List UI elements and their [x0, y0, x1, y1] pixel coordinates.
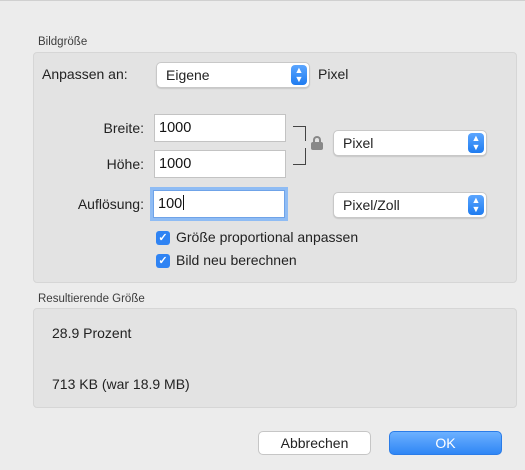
dimension-unit-value: Pixel [343, 135, 374, 151]
constrain-bracket-top [293, 126, 306, 141]
height-field[interactable]: 1000 [154, 150, 286, 178]
scale-proportionally-label[interactable]: Größe proportional anpassen [176, 229, 358, 245]
scale-proportionally-checkbox[interactable]: ✓ [156, 231, 170, 245]
resolution-field[interactable]: 100 [153, 190, 285, 218]
cancel-button[interactable]: Abbrechen [258, 431, 371, 455]
top-divider [0, 0, 525, 1]
resolution-unit-value: Pixel/Zoll [343, 197, 400, 213]
height-label: Höhe: [106, 156, 144, 172]
fit-to-label: Anpassen an: [42, 66, 128, 82]
up-down-arrows-icon: ▲ ▼ [291, 65, 307, 85]
resolution-label: Auflösung: [77, 196, 144, 212]
resample-checkbox[interactable]: ✓ [156, 254, 170, 268]
checkmark-icon: ✓ [158, 255, 168, 267]
dimension-unit-popup[interactable]: Pixel ▲ ▼ [333, 130, 487, 156]
constrain-bracket-bottom [293, 148, 306, 165]
up-down-arrows-icon: ▲ ▼ [468, 195, 484, 215]
lock-icon[interactable] [311, 136, 323, 150]
result-percent: 28.9 Prozent [52, 325, 132, 341]
text-caret [183, 195, 185, 210]
image-size-section-title: Bildgröße [38, 36, 88, 48]
up-down-arrows-icon: ▲ ▼ [468, 133, 484, 153]
width-label: Breite: [103, 120, 144, 136]
resolution-value: 100 [158, 196, 183, 212]
result-section-title: Resultierende Größe [38, 293, 145, 305]
ok-button[interactable]: OK [389, 431, 502, 455]
fit-to-value: Eigene [166, 67, 210, 83]
lock-body [311, 142, 323, 150]
width-field[interactable]: 1000 [154, 114, 286, 142]
result-size: 713 KB (war 18.9 MB) [52, 376, 190, 392]
resolution-unit-popup[interactable]: Pixel/Zoll ▲ ▼ [333, 192, 487, 218]
fit-to-unit-label: Pixel [318, 66, 349, 82]
checkmark-icon: ✓ [158, 232, 168, 244]
fit-to-popup[interactable]: Eigene ▲ ▼ [156, 62, 310, 88]
resample-label[interactable]: Bild neu berechnen [176, 252, 297, 268]
result-panel [33, 308, 517, 408]
